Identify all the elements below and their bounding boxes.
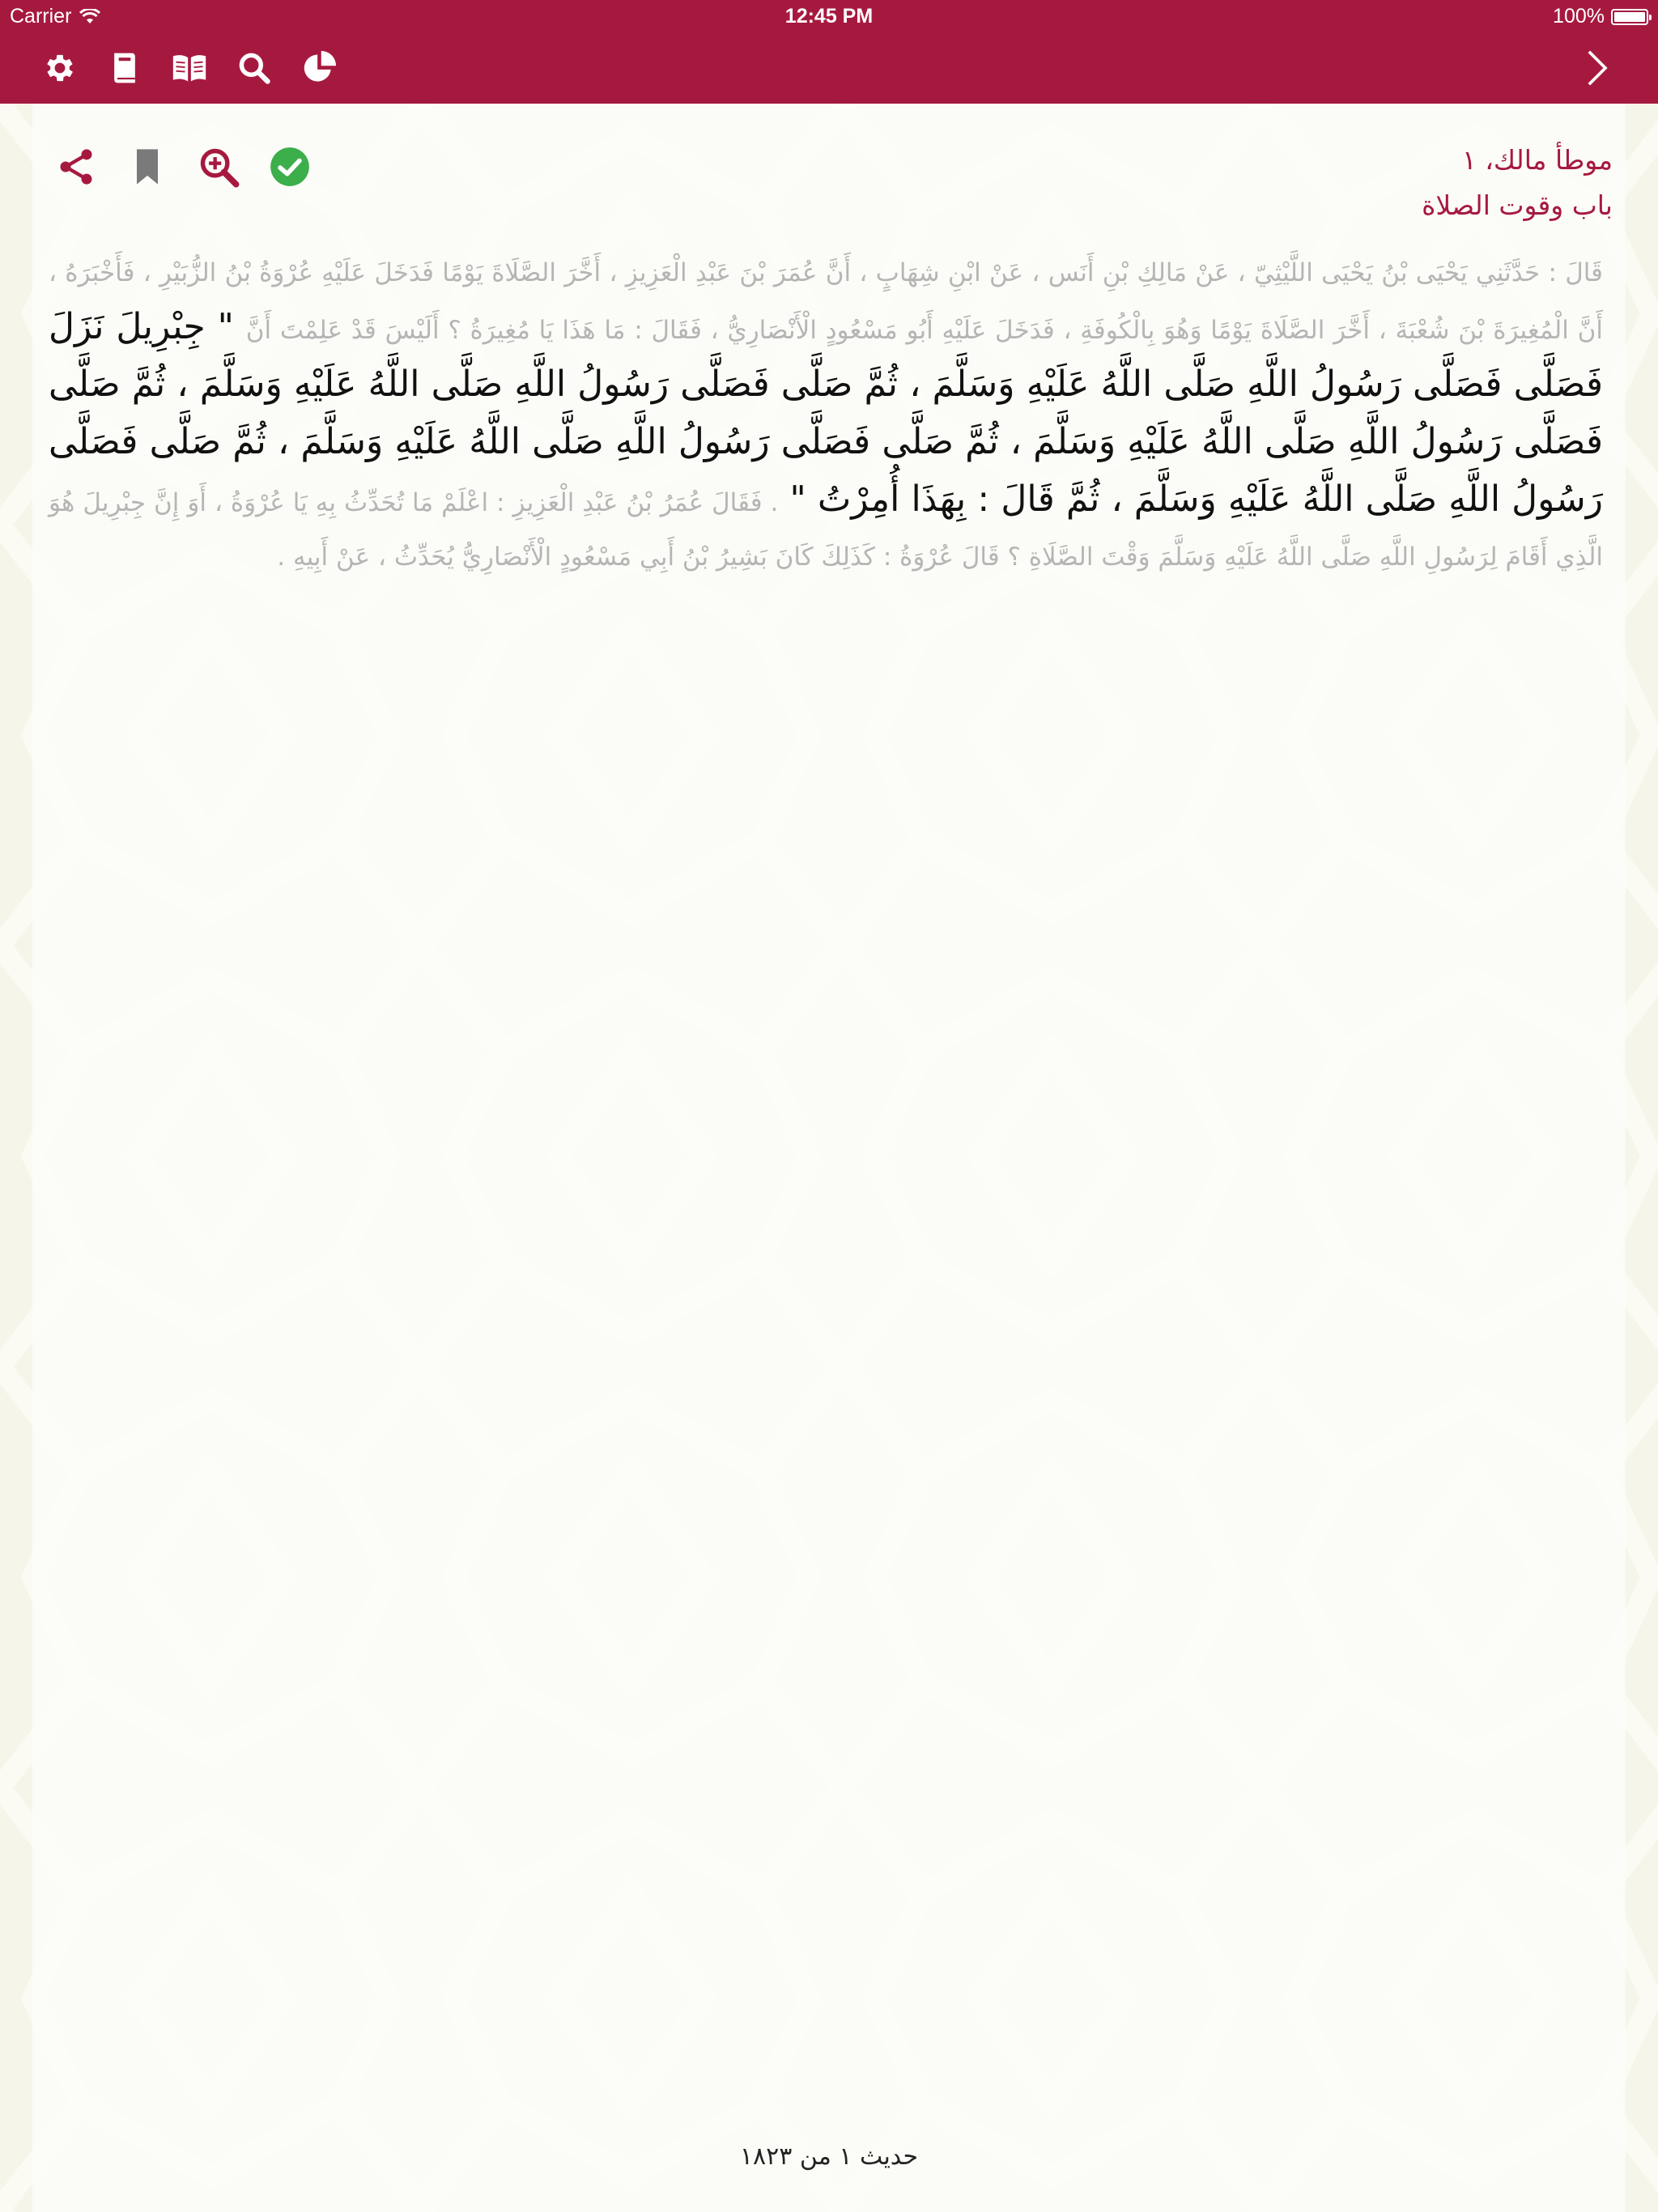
nav-bar — [0, 32, 1658, 104]
share-button[interactable] — [53, 144, 99, 189]
check-circle-icon — [270, 147, 309, 186]
zoom-button[interactable] — [196, 144, 241, 189]
battery-icon — [1611, 8, 1652, 25]
hadith-text: قَالَ : حَدَّثَنِي يَحْيَى بْنُ يَحْيَى … — [49, 248, 1603, 586]
battery-group: 100% — [1553, 5, 1652, 28]
search-button[interactable] — [235, 49, 274, 87]
library-button[interactable] — [170, 49, 209, 87]
battery-fill — [1614, 11, 1645, 22]
battery-percent: 100% — [1553, 5, 1605, 28]
settings-button[interactable] — [40, 49, 79, 87]
next-button[interactable] — [1577, 49, 1616, 87]
gear-icon — [47, 54, 73, 82]
bookmark-button[interactable] — [125, 144, 170, 189]
hadith-isnad: قَالَ : حَدَّثَنِي يَحْيَى بْنُ يَحْيَى … — [49, 258, 1603, 345]
zoom-in-icon — [200, 148, 240, 188]
hadith-actions — [53, 144, 312, 189]
pie-chart-icon — [304, 50, 337, 82]
book-title: موطأ مالك، ١ — [1461, 144, 1613, 176]
status-time: 12:45 PM — [784, 5, 874, 28]
chevron-right-icon — [1588, 50, 1608, 86]
share-icon — [60, 149, 92, 185]
mark-read-button[interactable] — [267, 144, 312, 189]
book-button[interactable] — [105, 49, 144, 87]
status-bar: Carrier 12:45 PM 100% — [0, 0, 1658, 32]
open-book-icon — [172, 55, 206, 82]
search-icon — [239, 53, 270, 84]
hadith-reference: موطأ مالك، ١ باب وقوت الصلاة — [1422, 138, 1613, 228]
bookmark-icon — [137, 149, 158, 185]
book-icon — [114, 53, 135, 83]
hadith-counter: حديث ١ من ١٨٢٣ — [739, 2142, 919, 2171]
progress-button[interactable] — [300, 49, 338, 87]
chapter-title: باب وقوت الصلاة — [1422, 189, 1613, 221]
